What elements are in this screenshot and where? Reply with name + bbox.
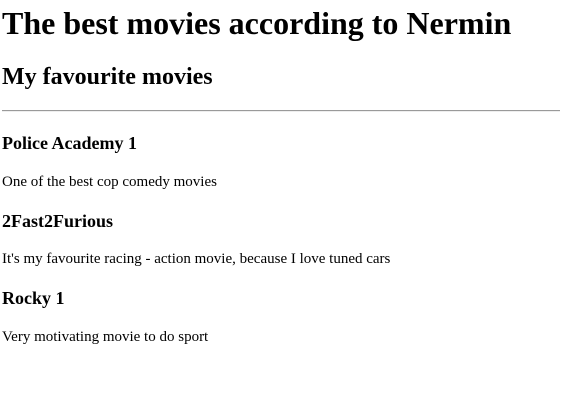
movie-title-police-academy: Police Academy 1 (2, 133, 137, 153)
movie-title-rocky: Rocky 1 (2, 288, 65, 308)
divider (2, 110, 560, 112)
movie-title-2fast2furious: 2Fast2Furious (2, 211, 114, 231)
movie-description-rocky: Very motivating movie to do sport (2, 329, 209, 345)
movie-description-2fast2furious: It's my favourite racing - action movie,… (2, 251, 391, 267)
section-heading: My favourite movies (2, 64, 213, 90)
movie-description-police-academy: One of the best cop comedy movies (2, 174, 217, 190)
page-title: The best movies according to Nermin (2, 5, 512, 41)
